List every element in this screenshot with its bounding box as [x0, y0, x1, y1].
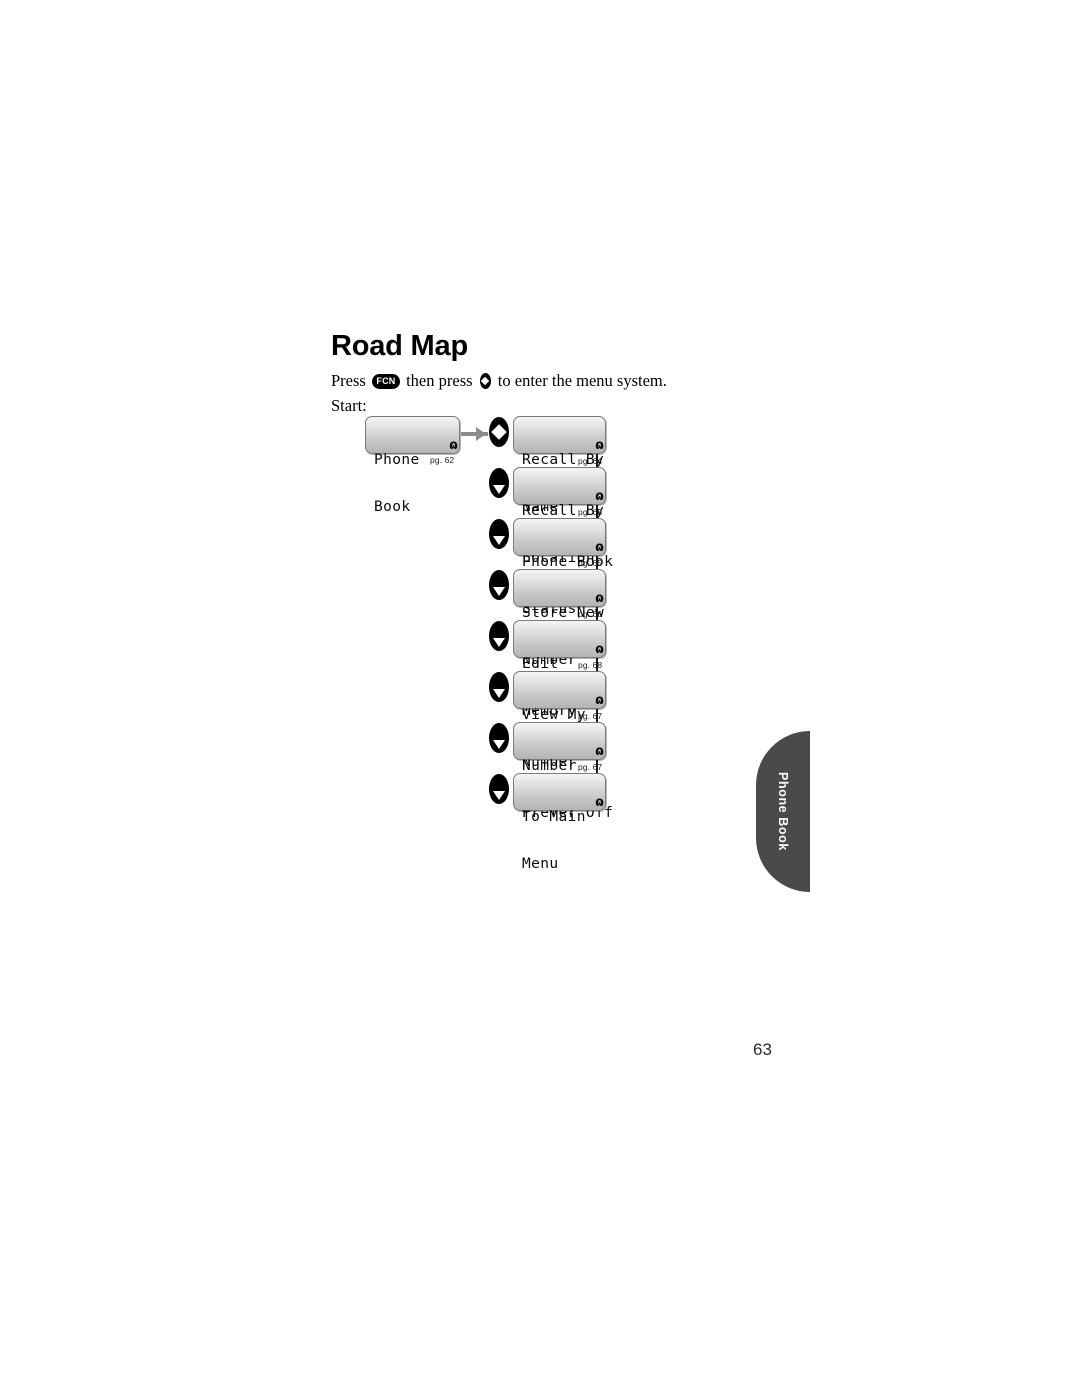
lcd-node-store-new-number: Store New Number ɷ — [513, 569, 606, 667]
side-tab-phone-book: Phone Book — [756, 731, 810, 892]
lcd-node-to-main-menu: To Main Menu ɷ — [513, 773, 606, 871]
lcd-line-1: Edit — [522, 656, 559, 672]
connector-line — [596, 760, 598, 786]
lcd-node-number-prefer-off: Number Prefer Off ɷ — [513, 722, 613, 820]
lcd-node-phone-book-status: Phone Book Status ɷ — [513, 518, 613, 616]
page-ref-edit-memory: pg. 68 — [578, 660, 603, 670]
nav-down-key-icon[interactable] — [489, 621, 509, 651]
nav-diamond-key-icon — [479, 373, 491, 390]
road-map-diagram: Phone Book ɷ pg. 62 Recall By Name ɷ pg.… — [0, 0, 1080, 1397]
connector-line — [596, 505, 598, 531]
arrow-shaft — [461, 432, 488, 436]
lcd-line-1: Phone — [374, 452, 420, 468]
lcd-end-glyph-icon: ɷ — [595, 795, 604, 810]
lcd-line-2: Prefer Off — [522, 804, 614, 821]
start-label: Start: — [331, 396, 367, 415]
lcd-line-2: Location — [522, 549, 596, 566]
lcd-line-1: Recall By — [522, 452, 605, 468]
lcd-line-2: Memory — [522, 702, 577, 719]
page-ref-start: pg. 62 — [430, 455, 455, 465]
lcd-node-view-my-number: View My Number ɷ — [513, 671, 606, 769]
page-ref-view-my-number: pg. 67 — [578, 711, 603, 721]
nav-down-key-icon[interactable] — [489, 468, 509, 498]
down-triangle-glyph-icon — [493, 689, 505, 699]
page-ref-recall-by-location: pg. 65 — [578, 507, 603, 517]
lcd-node-recall-by-location: Recall By Location ɷ — [513, 467, 606, 565]
connector-line — [596, 709, 598, 735]
lcd-end-glyph-icon: ɷ — [449, 438, 458, 453]
connector-line — [596, 556, 598, 582]
connector-line — [596, 607, 598, 633]
lcd-node-start: Phone Book ɷ — [365, 416, 460, 514]
page-ref-phone-book-status: pg. 65 — [578, 558, 603, 568]
lcd-line-2: Status — [522, 600, 577, 617]
arrow-head-icon — [476, 427, 486, 441]
lcd-line-1: Number — [522, 758, 577, 774]
lcd-line-1: To Main — [522, 809, 586, 825]
lcd-line-2: Menu — [522, 855, 559, 872]
lcd-end-glyph-icon: ɷ — [595, 438, 604, 453]
nav-down-key-icon[interactable] — [489, 519, 509, 549]
down-triangle-glyph-icon — [493, 485, 505, 495]
nav-down-key-icon[interactable] — [489, 672, 509, 702]
page-ref-store-new-number: pg. 66 — [578, 609, 603, 619]
intro-instruction: Press FCN then press to enter the menu s… — [331, 370, 667, 391]
nav-diamond-key-icon[interactable] — [489, 417, 509, 447]
nav-down-key-icon[interactable] — [489, 723, 509, 753]
lcd-line-2: Book — [374, 498, 411, 515]
lcd-end-glyph-icon: ɷ — [595, 540, 604, 555]
lcd-line-1: View My — [522, 707, 586, 723]
intro-then-press-words: then press — [406, 371, 473, 391]
lcd-line-2: Number — [522, 753, 577, 770]
side-tab-label: Phone Book — [776, 772, 790, 851]
lcd-end-glyph-icon: ɷ — [595, 693, 604, 708]
lcd-node-recall-by-name: Recall By Name ɷ — [513, 416, 606, 514]
page-number: 63 — [753, 1040, 772, 1059]
page-ref-number-prefer-off: pg. 67 — [578, 762, 603, 772]
down-triangle-glyph-icon — [493, 791, 505, 801]
down-triangle-glyph-icon — [493, 587, 505, 597]
down-triangle-glyph-icon — [493, 536, 505, 546]
down-triangle-glyph-icon — [493, 740, 505, 750]
lcd-line-1: Recall By — [522, 503, 605, 519]
fcn-key-icon: FCN — [371, 373, 400, 389]
connector-line — [596, 658, 598, 684]
lcd-line-1: Store New — [522, 605, 605, 621]
lcd-line-2: Number — [522, 651, 577, 668]
diamond-glyph-icon — [491, 424, 507, 440]
lcd-line-1: Phone Book — [522, 554, 614, 570]
lcd-end-glyph-icon: ɷ — [595, 744, 604, 759]
intro-tail-words: to enter the menu system. — [497, 371, 667, 391]
connector-line — [596, 454, 598, 480]
intro-press-word: Press — [331, 371, 366, 391]
page-ref-recall-by-name: pg. 64 — [578, 456, 603, 466]
lcd-end-glyph-icon: ɷ — [595, 489, 604, 504]
page-title: Road Map — [331, 330, 468, 362]
down-triangle-glyph-icon — [493, 638, 505, 648]
lcd-end-glyph-icon: ɷ — [595, 591, 604, 606]
nav-down-key-icon[interactable] — [489, 570, 509, 600]
nav-down-key-icon[interactable] — [489, 774, 509, 804]
lcd-node-edit-memory: Edit Memory ɷ — [513, 620, 606, 718]
lcd-line-2: Name — [522, 498, 559, 515]
lcd-end-glyph-icon: ɷ — [595, 642, 604, 657]
